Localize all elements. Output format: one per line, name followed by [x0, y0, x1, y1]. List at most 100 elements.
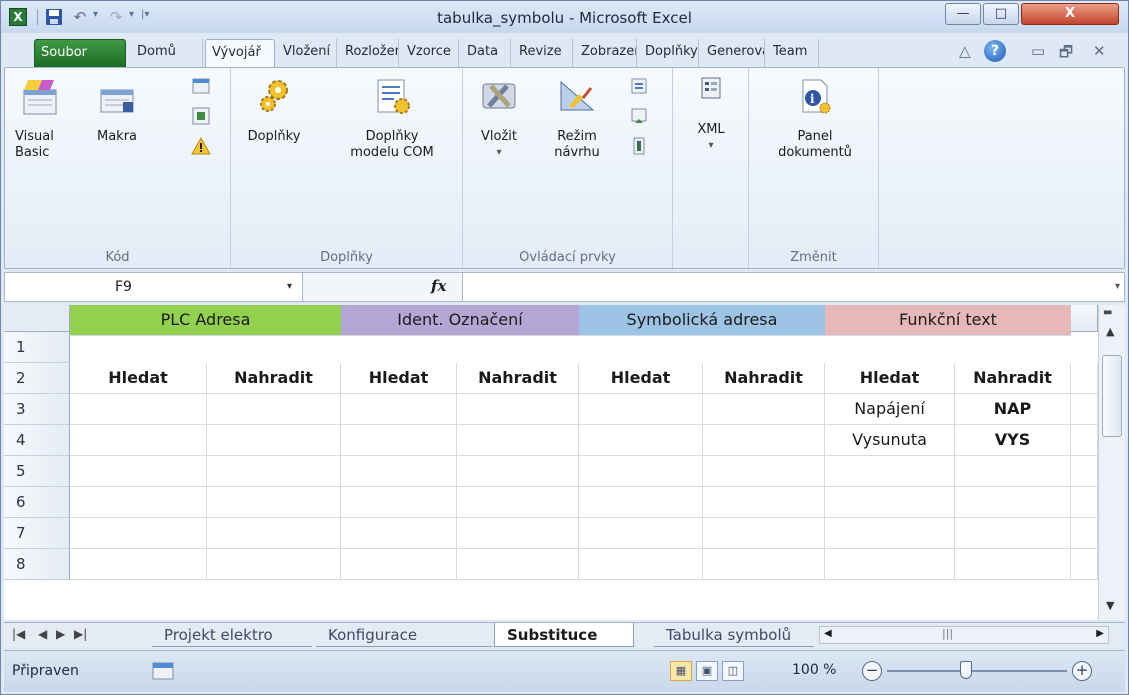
vertical-scrollbar[interactable]: ▬ ▲ ▼: [1098, 305, 1125, 620]
run-dialog-icon[interactable]: [629, 136, 649, 156]
scroll-right-icon[interactable]: ▶: [1096, 628, 1104, 639]
cell-g3[interactable]: Napájení: [825, 394, 955, 425]
cell-f2[interactable]: Nahradit: [703, 363, 825, 394]
formula-input[interactable]: [465, 273, 1095, 301]
grid-cell[interactable]: [955, 456, 1071, 487]
sheet-tab-projekt-elektro[interactable]: Projekt elektro: [152, 623, 312, 647]
tab-review[interactable]: Revize: [513, 39, 573, 67]
zoom-in-icon[interactable]: +: [1072, 661, 1092, 681]
sheet-tab-tabulka-symbolu[interactable]: Tabulka symbolů: [654, 623, 814, 647]
grid-cell[interactable]: [70, 518, 207, 549]
column-header-i[interactable]: [1071, 305, 1098, 332]
grid-cell[interactable]: [457, 394, 579, 425]
grid-cell[interactable]: [579, 456, 703, 487]
cell-h2[interactable]: Nahradit: [955, 363, 1071, 394]
visual-basic-button[interactable]: Visual Basic: [11, 76, 69, 161]
excel-logo-icon[interactable]: X: [9, 8, 27, 26]
horizontal-scroll-thumb[interactable]: |||: [942, 627, 953, 640]
grid-cell[interactable]: [825, 518, 955, 549]
zoom-slider-thumb[interactable]: [960, 661, 972, 679]
row-header-4[interactable]: 4: [4, 425, 70, 456]
grid-cell[interactable]: [457, 487, 579, 518]
cell-b2[interactable]: Nahradit: [207, 363, 341, 394]
grid-cell[interactable]: [341, 487, 457, 518]
redo-icon[interactable]: ↷: [107, 8, 125, 26]
properties-icon[interactable]: [629, 76, 649, 96]
cell-h4[interactable]: VYS: [955, 425, 1071, 456]
row-header-7[interactable]: 7: [4, 518, 70, 549]
grid-cell[interactable]: [703, 456, 825, 487]
select-all-corner[interactable]: [4, 305, 70, 332]
grid-cell[interactable]: [457, 456, 579, 487]
grid-cell[interactable]: [579, 487, 703, 518]
cell-g2[interactable]: Hledat: [825, 363, 955, 394]
redo-dropdown-icon[interactable]: ▾: [129, 9, 134, 20]
grid-cell[interactable]: [579, 518, 703, 549]
help-icon[interactable]: ?: [984, 40, 1006, 62]
grid-cell[interactable]: [1071, 394, 1098, 425]
grid-cell[interactable]: [825, 487, 955, 518]
tab-generate[interactable]: Generovat: [701, 39, 765, 67]
row-header-5[interactable]: 5: [4, 456, 70, 487]
grid-cell[interactable]: [457, 518, 579, 549]
cell-g4[interactable]: Vysunuta: [825, 425, 955, 456]
grid-cell[interactable]: [341, 456, 457, 487]
grid-cell[interactable]: [1071, 363, 1098, 394]
grid-cell[interactable]: [579, 549, 703, 580]
scroll-left-icon[interactable]: ◀: [824, 628, 832, 639]
record-macro-icon[interactable]: [191, 76, 211, 96]
cell-h3[interactable]: NAP: [955, 394, 1071, 425]
record-macro-status-icon[interactable]: [152, 661, 174, 681]
grid-cell[interactable]: [207, 456, 341, 487]
grid-cell[interactable]: [1071, 425, 1098, 456]
doc-close-icon[interactable]: ✕: [1093, 42, 1106, 60]
grid-cell[interactable]: [70, 394, 207, 425]
grid-cell[interactable]: [207, 549, 341, 580]
zoom-level[interactable]: 100 %: [792, 662, 836, 678]
save-icon[interactable]: [45, 8, 63, 26]
grid-cell[interactable]: [955, 549, 1071, 580]
header-plc-address[interactable]: PLC Adresa: [70, 305, 341, 336]
header-symbolic-address[interactable]: Symbolická adresa: [579, 305, 825, 336]
grid-cell[interactable]: [70, 487, 207, 518]
grid-cell[interactable]: [579, 425, 703, 456]
first-sheet-icon[interactable]: |◀: [12, 627, 25, 641]
relative-references-icon[interactable]: [191, 106, 211, 126]
tab-developer[interactable]: Vývojář: [205, 39, 275, 67]
header-function-text[interactable]: Funkční text: [825, 305, 1071, 336]
grid-cell[interactable]: [955, 487, 1071, 518]
sheet-tab-konfigurace[interactable]: Konfigurace: [316, 623, 492, 647]
grid-cell[interactable]: [207, 487, 341, 518]
tab-home[interactable]: Domů: [131, 39, 203, 67]
doc-restore-icon[interactable]: 🗗: [1059, 42, 1073, 67]
name-box[interactable]: F9 ▾: [5, 273, 303, 301]
zoom-slider[interactable]: [887, 670, 1067, 672]
macro-security-icon[interactable]: [191, 136, 211, 156]
tab-data[interactable]: Data: [461, 39, 511, 67]
tab-page-layout[interactable]: Rozložení: [339, 39, 399, 67]
name-box-dropdown-icon[interactable]: ▾: [287, 281, 292, 292]
close-button[interactable]: X: [1021, 3, 1119, 25]
grid-cell[interactable]: [457, 425, 579, 456]
grid-cell[interactable]: [70, 549, 207, 580]
scroll-down-icon[interactable]: ▼: [1106, 599, 1114, 612]
tab-view[interactable]: Zobrazení: [575, 39, 637, 67]
grid-cell[interactable]: [341, 394, 457, 425]
grid-cell[interactable]: [207, 394, 341, 425]
split-box-icon[interactable]: ▬: [1103, 307, 1112, 318]
grid-cell[interactable]: [70, 456, 207, 487]
row-header-6[interactable]: 6: [4, 487, 70, 518]
grid-cell[interactable]: [703, 394, 825, 425]
cell-d2[interactable]: Nahradit: [457, 363, 579, 394]
undo-icon[interactable]: ↶: [71, 8, 89, 26]
maximize-button[interactable]: □: [983, 3, 1019, 25]
design-mode-button[interactable]: Režim návrhu: [539, 76, 615, 161]
normal-view-icon[interactable]: ▦: [670, 661, 692, 681]
grid-cell[interactable]: [207, 518, 341, 549]
tab-formulas[interactable]: Vzorce: [401, 39, 459, 67]
row-header-2[interactable]: 2: [4, 363, 70, 394]
zoom-out-icon[interactable]: −: [862, 661, 882, 681]
expand-formula-bar-icon[interactable]: ▾: [1115, 281, 1120, 292]
insert-function-icon[interactable]: fx: [431, 277, 446, 295]
undo-dropdown-icon[interactable]: ▾: [93, 9, 98, 20]
